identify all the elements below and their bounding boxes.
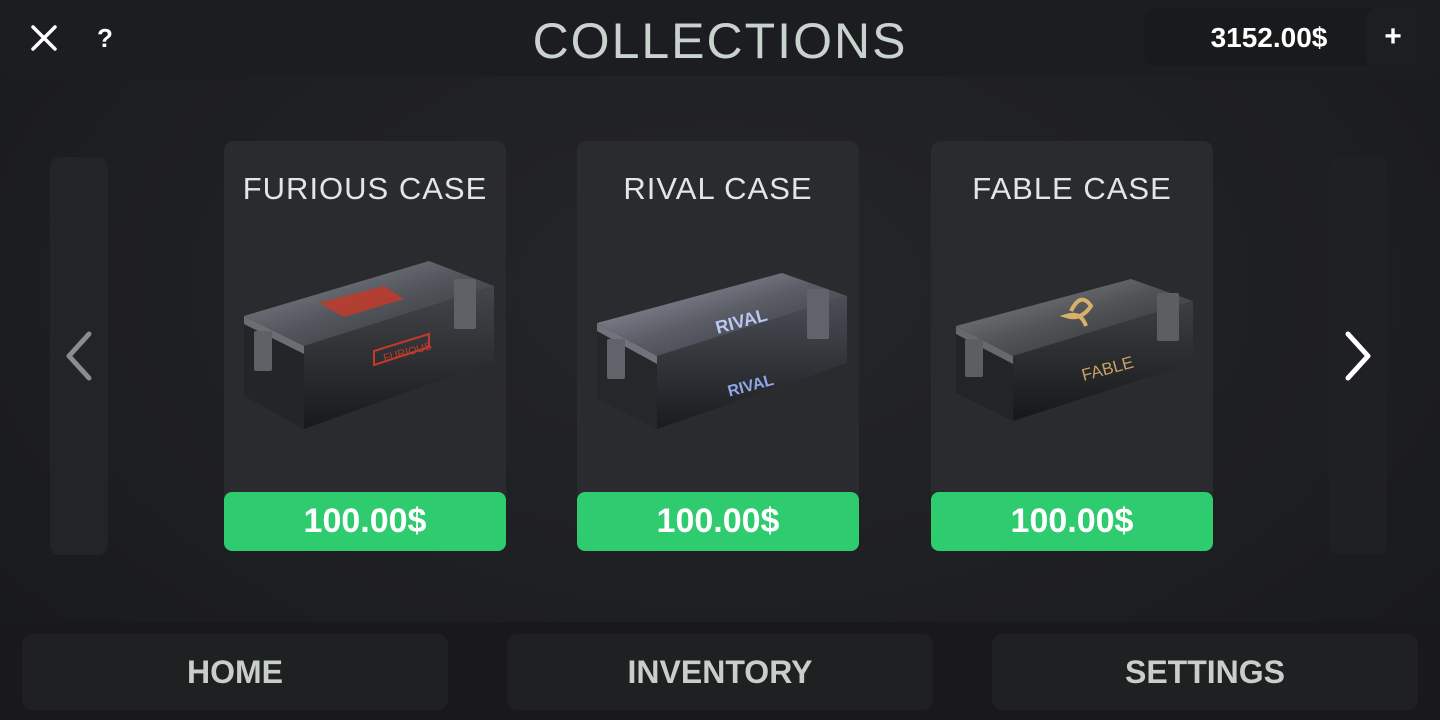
case-title: FURIOUS CASE [242,171,488,206]
chevron-left-icon [66,331,92,381]
balance-panel: 3152.00$ + [1144,8,1420,66]
case-card-furious[interactable]: FURIOUS CASE FURIOUS 100.00$ [224,141,506,551]
case-title: FABLE CASE [972,171,1172,206]
close-button[interactable] [20,14,68,62]
close-icon [31,25,57,51]
case-title: RIVAL CASE [623,171,813,206]
fable-case-image: FABLE [956,279,1193,421]
case-card-fable[interactable]: FABLE CASE FABLE 100.00$ [931,141,1213,551]
buy-fable-button[interactable]: 100.00$ [931,492,1213,551]
carousel-next-button[interactable] [1329,157,1387,555]
add-funds-button[interactable]: + [1366,8,1420,66]
nav-home-button[interactable]: HOME [22,634,448,710]
bottom-nav: HOME INVENTORY SETTINGS [0,622,1440,720]
nav-settings-button[interactable]: SETTINGS [992,634,1418,710]
buy-furious-button[interactable]: 100.00$ [224,492,506,551]
top-bar: ? COLLECTIONS 3152.00$ + [0,0,1440,76]
rival-case-image: RIVAL RIVAL [597,273,847,429]
chevron-right-icon [1345,331,1371,381]
case-card-rival[interactable]: RIVAL CASE RIVAL RIVAL 100.00$ [577,141,859,551]
buy-rival-button[interactable]: 100.00$ [577,492,859,551]
balance-value: 3152.00$ [1210,22,1328,53]
page-title: COLLECTIONS [532,13,908,69]
help-button[interactable]: ? [86,14,124,62]
carousel-prev-button[interactable] [50,157,108,555]
nav-inventory-button[interactable]: INVENTORY [507,634,933,710]
furious-case-image: FURIOUS [244,261,494,429]
